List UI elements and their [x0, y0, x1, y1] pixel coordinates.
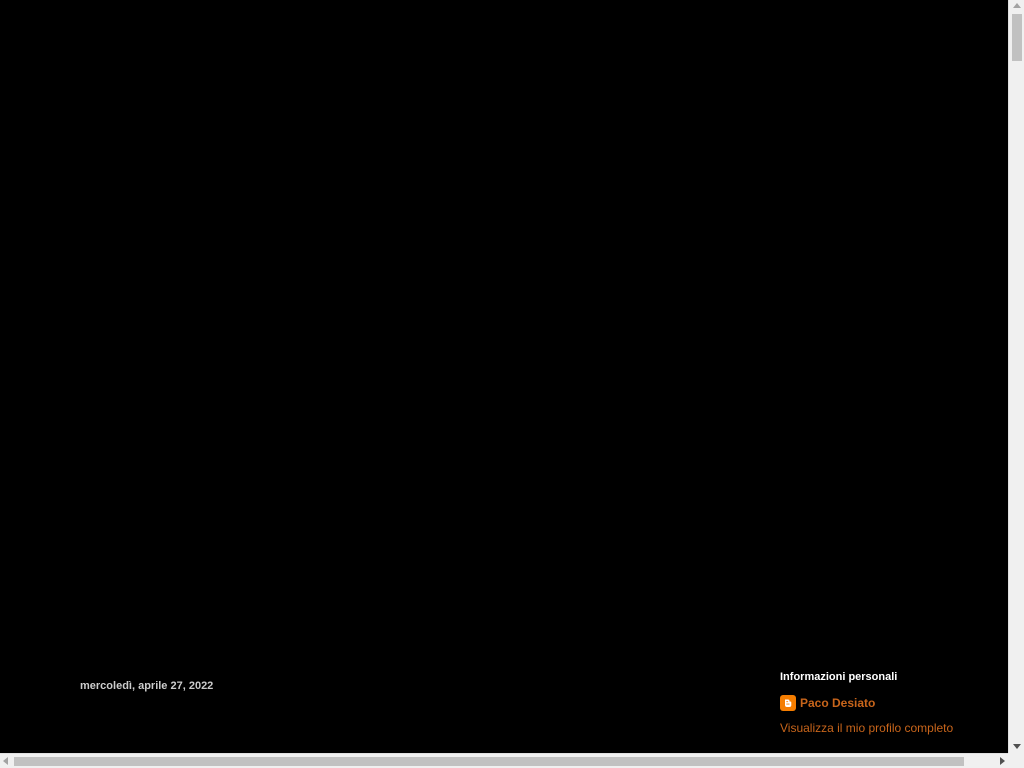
scrollbar-corner: [1008, 753, 1024, 768]
scroll-right-arrow-icon[interactable]: [1000, 757, 1005, 765]
scroll-down-arrow-icon[interactable]: [1013, 744, 1021, 749]
profile-row: Paco Desiato: [780, 695, 1000, 711]
blogger-icon: [780, 695, 796, 711]
profile-widget: Informazioni personali Paco Desiato Visu…: [780, 671, 1000, 735]
horizontal-scrollbar[interactable]: [0, 753, 1008, 768]
vertical-scroll-thumb[interactable]: [1012, 14, 1022, 61]
scroll-left-arrow-icon[interactable]: [3, 757, 8, 765]
profile-name-link[interactable]: Paco Desiato: [800, 696, 875, 710]
horizontal-scroll-thumb[interactable]: [14, 757, 964, 766]
scroll-up-arrow-icon[interactable]: [1013, 3, 1021, 8]
view-full-profile-link[interactable]: Visualizza il mio profilo completo: [780, 721, 1000, 735]
post-date-header: mercoledì, aprile 27, 2022: [80, 680, 214, 693]
vertical-scrollbar[interactable]: [1008, 0, 1024, 753]
blogger-glyph: [785, 699, 792, 707]
page-viewport: mercoledì, aprile 27, 2022 Informazioni …: [0, 0, 1008, 753]
widget-title: Informazioni personali: [780, 671, 898, 683]
